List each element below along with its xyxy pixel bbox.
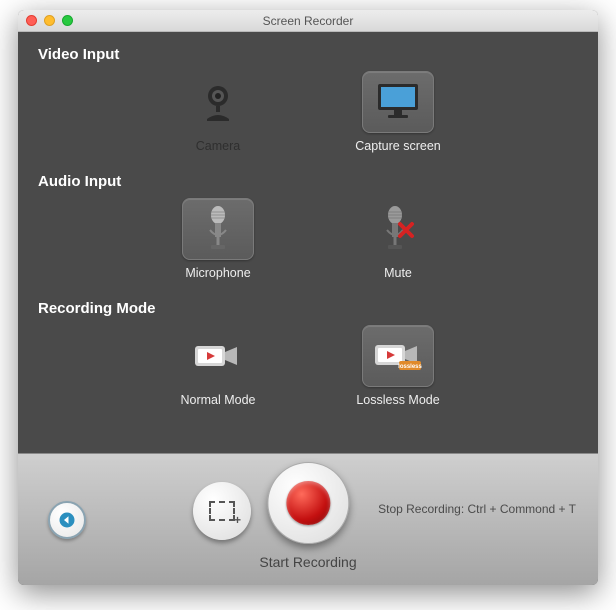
monitor-icon xyxy=(374,81,422,123)
titlebar: Screen Recorder xyxy=(18,10,598,32)
back-button[interactable] xyxy=(48,501,86,539)
option-label: Capture screen xyxy=(355,139,440,153)
microphone-icon xyxy=(203,206,233,252)
camcorder-lossless-icon: lossless xyxy=(373,339,423,373)
microphone-mute-icon xyxy=(380,206,416,252)
option-label: Lossless Mode xyxy=(356,393,439,407)
section-recording-mode: Recording Mode Normal Mode xyxy=(38,296,578,413)
mode-options: Normal Mode lossless xyxy=(38,323,578,413)
option-label: Camera xyxy=(196,139,240,153)
section-title-audio: Audio Input xyxy=(38,169,578,196)
audio-options: Microphone xyxy=(38,196,578,286)
svg-text:lossless: lossless xyxy=(398,364,422,370)
section-video-input: Video Input xyxy=(38,42,578,159)
record-group: Start Recording xyxy=(259,462,356,570)
start-recording-button[interactable] xyxy=(267,462,349,544)
footer: Start Recording Stop Recording: Ctrl + C… xyxy=(18,453,598,585)
app-window: Screen Recorder Video Input xyxy=(18,10,598,585)
option-normal-mode[interactable]: Normal Mode xyxy=(163,325,273,407)
select-region-button[interactable] xyxy=(193,482,251,540)
option-lossless-mode[interactable]: lossless Lossless Mode xyxy=(343,325,453,407)
section-title-video: Video Input xyxy=(38,42,578,69)
crop-region-icon xyxy=(209,501,235,521)
option-label: Mute xyxy=(384,266,412,280)
stop-shortcut-hint: Stop Recording: Ctrl + Commond + T xyxy=(378,502,576,516)
arrow-left-icon xyxy=(58,511,76,529)
start-recording-label: Start Recording xyxy=(259,554,356,570)
content-area: Video Input xyxy=(18,32,598,453)
video-options: Camera Capture screen xyxy=(38,69,578,159)
option-camera[interactable]: Camera xyxy=(163,71,273,153)
section-audio-input: Audio Input xyxy=(38,169,578,286)
window-title: Screen Recorder xyxy=(18,14,598,28)
section-title-mode: Recording Mode xyxy=(38,296,578,323)
option-capture-screen[interactable]: Capture screen xyxy=(343,71,453,153)
camcorder-icon xyxy=(193,340,243,372)
option-label: Microphone xyxy=(185,266,250,280)
camera-icon xyxy=(197,81,239,123)
option-mute[interactable]: Mute xyxy=(343,198,453,280)
record-icon xyxy=(286,481,330,525)
option-label: Normal Mode xyxy=(180,393,255,407)
option-microphone[interactable]: Microphone xyxy=(163,198,273,280)
